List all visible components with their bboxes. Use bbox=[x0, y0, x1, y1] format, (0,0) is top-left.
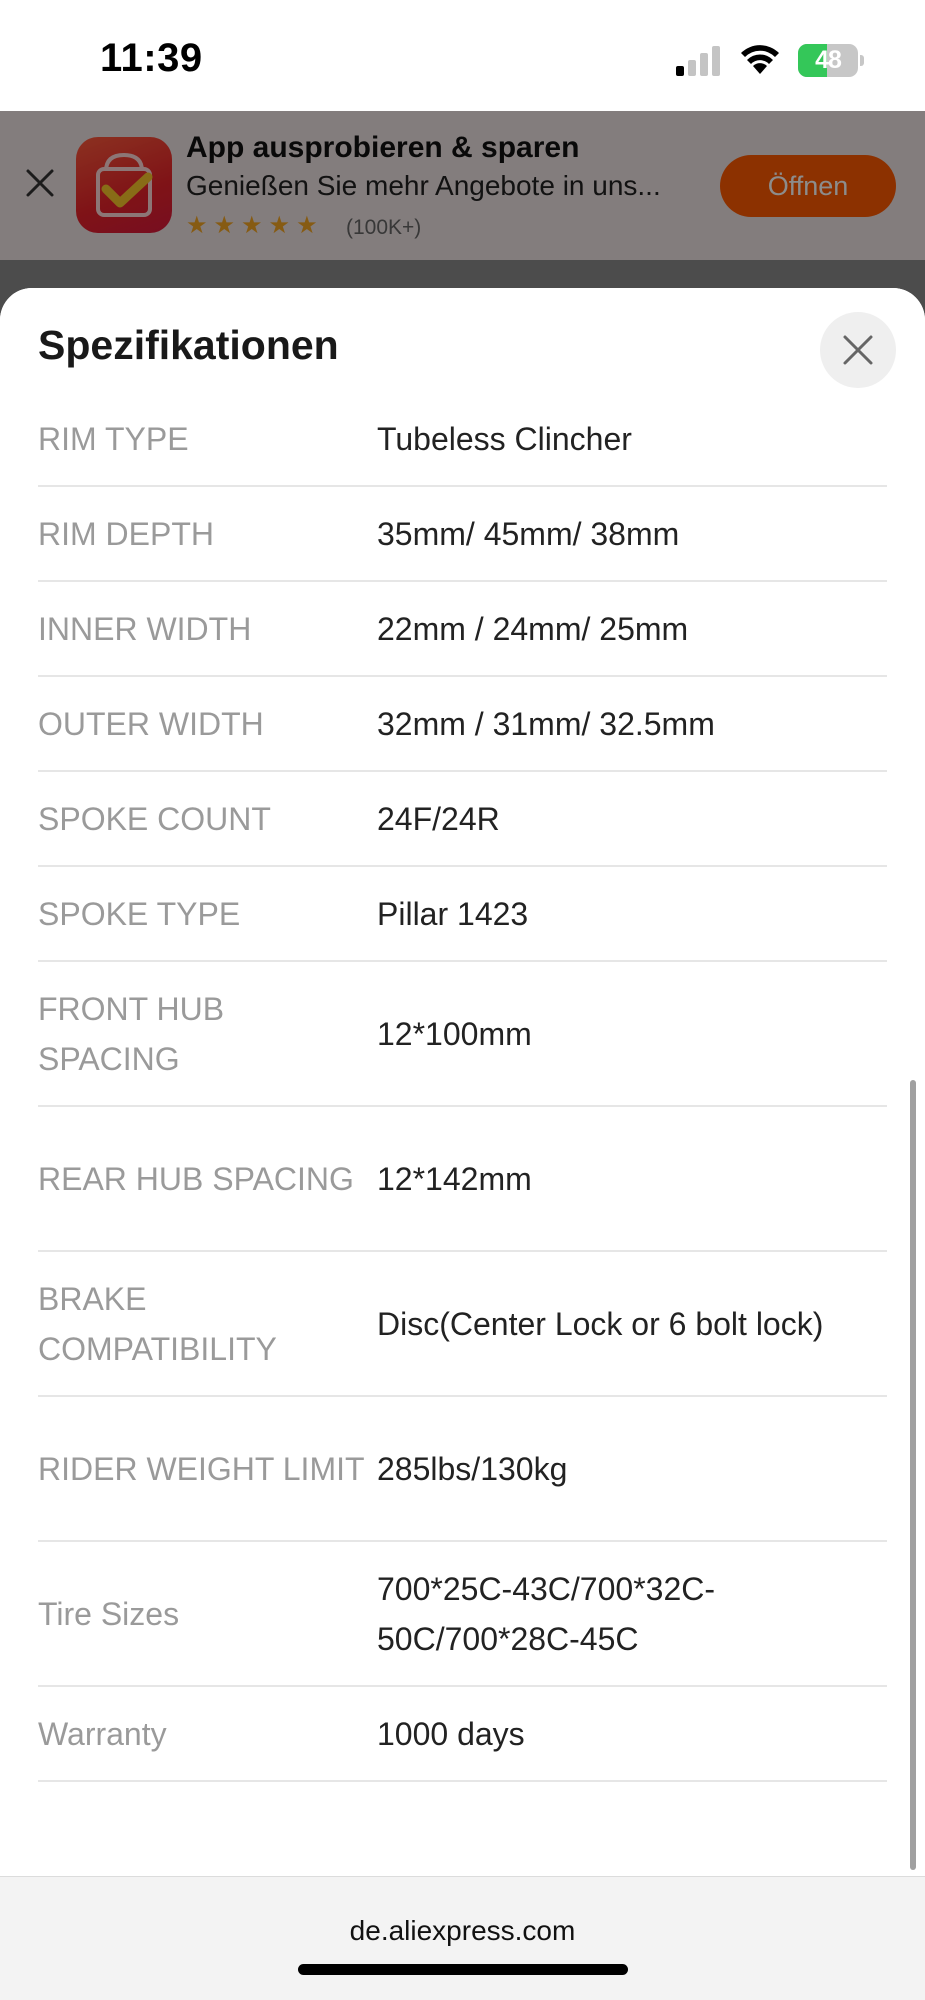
cellular-signal-icon bbox=[676, 46, 720, 76]
spec-value: Pillar 1423 bbox=[377, 895, 529, 932]
scrollbar[interactable] bbox=[910, 1080, 916, 1870]
spec-label: RIM TYPE bbox=[38, 420, 189, 457]
sheet-title: Spezifikationen bbox=[38, 322, 339, 368]
spec-row: BRAKE COMPATIBILITY Disc(Center Lock or 6… bbox=[38, 1252, 887, 1397]
spec-value: 24F/24R bbox=[377, 800, 500, 837]
spec-row: INNER WIDTH 22mm / 24mm/ 25mm bbox=[38, 582, 887, 677]
spec-row: RIDER WEIGHT LIMIT 285lbs/130kg bbox=[38, 1397, 887, 1542]
battery-level: 48 bbox=[815, 46, 842, 74]
spec-row: RIM TYPE Tubeless Clincher bbox=[38, 392, 887, 487]
spec-value: 700*25C-43C/700*32C-50C/700*28C-45C bbox=[377, 1570, 715, 1657]
spec-row: SPOKE TYPE Pillar 1423 bbox=[38, 867, 887, 962]
spec-label: Warranty bbox=[38, 1715, 167, 1752]
status-time: 11:39 bbox=[100, 36, 203, 80]
close-sheet-button[interactable] bbox=[820, 312, 896, 388]
spec-value: 22mm / 24mm/ 25mm bbox=[377, 610, 689, 647]
spec-label: RIDER WEIGHT LIMIT bbox=[38, 1450, 365, 1487]
spec-value: Tubeless Clincher bbox=[377, 420, 632, 457]
spec-row: REAR HUB SPACING 12*142mm bbox=[38, 1107, 887, 1252]
status-bar: 11:39 48 bbox=[0, 0, 925, 111]
spec-row: SPOKE COUNT 24F/24R bbox=[38, 772, 887, 867]
screen: 11:39 48 App ausprobieren & sparen Genie… bbox=[0, 0, 925, 2000]
battery-icon: 48 bbox=[798, 44, 864, 77]
spec-label: REAR HUB SPACING bbox=[38, 1160, 354, 1197]
spec-value: Disc(Center Lock or 6 bolt lock) bbox=[377, 1305, 824, 1342]
url-text: de.aliexpress.com bbox=[349, 1915, 576, 1946]
spec-list: Rad MaterialCARBONRIM TYPETubeless Clinc… bbox=[38, 308, 887, 1782]
spec-value: 35mm/ 45mm/ 38mm bbox=[377, 515, 680, 552]
spec-value: 12*142mm bbox=[377, 1160, 532, 1197]
spec-value: 285lbs/130kg bbox=[377, 1450, 568, 1487]
spec-label: BRAKE COMPATIBILITY bbox=[38, 1280, 277, 1367]
spec-label: Tire Sizes bbox=[38, 1595, 180, 1632]
browser-url-bar[interactable]: de.aliexpress.com bbox=[0, 1876, 925, 2000]
spec-label: RIM DEPTH bbox=[38, 515, 214, 552]
spec-label: SPOKE TYPE bbox=[38, 895, 241, 932]
spec-row: Tire Sizes 700*25C-43C/700*32C-50C/700*28… bbox=[38, 1542, 887, 1687]
spec-value: 1000 days bbox=[377, 1715, 525, 1752]
spec-row: RIM DEPTH 35mm/ 45mm/ 38mm bbox=[38, 487, 887, 582]
spec-row: OUTER WIDTH 32mm / 31mm/ 32.5mm bbox=[38, 677, 887, 772]
wifi-icon bbox=[741, 45, 779, 74]
spec-value: 12*100mm bbox=[377, 1015, 532, 1052]
spec-label: FRONT HUB SPACING bbox=[38, 990, 225, 1077]
spec-value: 32mm / 31mm/ 32.5mm bbox=[377, 705, 715, 742]
sheet-header: Spezifikationen bbox=[0, 288, 925, 396]
spec-label: SPOKE COUNT bbox=[38, 800, 271, 837]
home-indicator[interactable] bbox=[298, 1964, 628, 1975]
spec-row: FRONT HUB SPACING 12*100mm bbox=[38, 962, 887, 1107]
specifications-sheet: Rad MaterialCARBONRIM TYPETubeless Clinc… bbox=[0, 288, 925, 1876]
spec-label: OUTER WIDTH bbox=[38, 705, 264, 742]
close-icon bbox=[843, 335, 873, 365]
spec-label: INNER WIDTH bbox=[38, 610, 252, 647]
spec-row: Warranty 1000 days bbox=[38, 1687, 887, 1782]
